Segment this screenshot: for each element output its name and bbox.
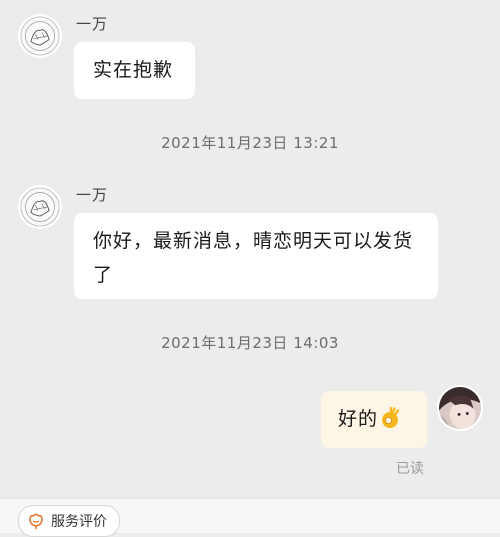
message-text: 你好，最新消息，晴恋明天可以发货了 [93,230,414,286]
message-timestamp: 2021年11月23日 14:03 [161,334,339,352]
sender-name: 一万 [76,186,109,204]
my-message-bubble[interactable]: 好的 [321,391,427,448]
message-text: 好的 [338,408,379,430]
shop-avatar[interactable] [18,185,62,229]
read-status: 已读 [396,461,424,477]
message-text: 实在抱歉 [93,59,174,81]
flower-icon [27,512,45,530]
message-bubble[interactable]: 你好，最新消息，晴恋明天可以发货了 [74,213,438,299]
sender-name: 一万 [76,15,109,33]
ok-hand-emoji-icon [380,406,400,428]
message-bubble[interactable]: 实在抱歉 [74,42,195,99]
sketch-avatar-icon [20,187,60,227]
photo-avatar-icon [439,387,481,429]
bottom-toolbar: 服务评价 [0,498,500,537]
shop-avatar[interactable] [18,14,62,58]
service-review-label: 服务评价 [51,514,107,530]
service-review-button[interactable]: 服务评价 [18,505,120,537]
message-timestamp: 2021年11月23日 13:21 [161,134,339,152]
my-avatar[interactable] [437,385,483,431]
sketch-avatar-icon [20,16,60,56]
